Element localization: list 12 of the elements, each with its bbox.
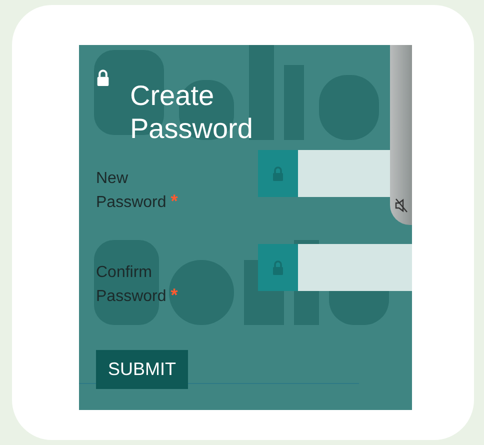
lock-icon <box>272 166 284 181</box>
submit-button[interactable]: SUBMIT <box>96 350 188 389</box>
password-field[interactable] <box>298 244 412 291</box>
field-label: New Password * <box>96 169 179 213</box>
required-mark: * <box>170 285 178 305</box>
field-label: Confirm Password * <box>96 263 179 307</box>
lock-icon <box>272 260 284 275</box>
password-field[interactable] <box>298 150 390 197</box>
mute-icon[interactable] <box>394 198 408 213</box>
required-mark: * <box>170 191 178 211</box>
screen-title: Create Password <box>130 79 254 146</box>
lock-icon <box>96 69 110 86</box>
